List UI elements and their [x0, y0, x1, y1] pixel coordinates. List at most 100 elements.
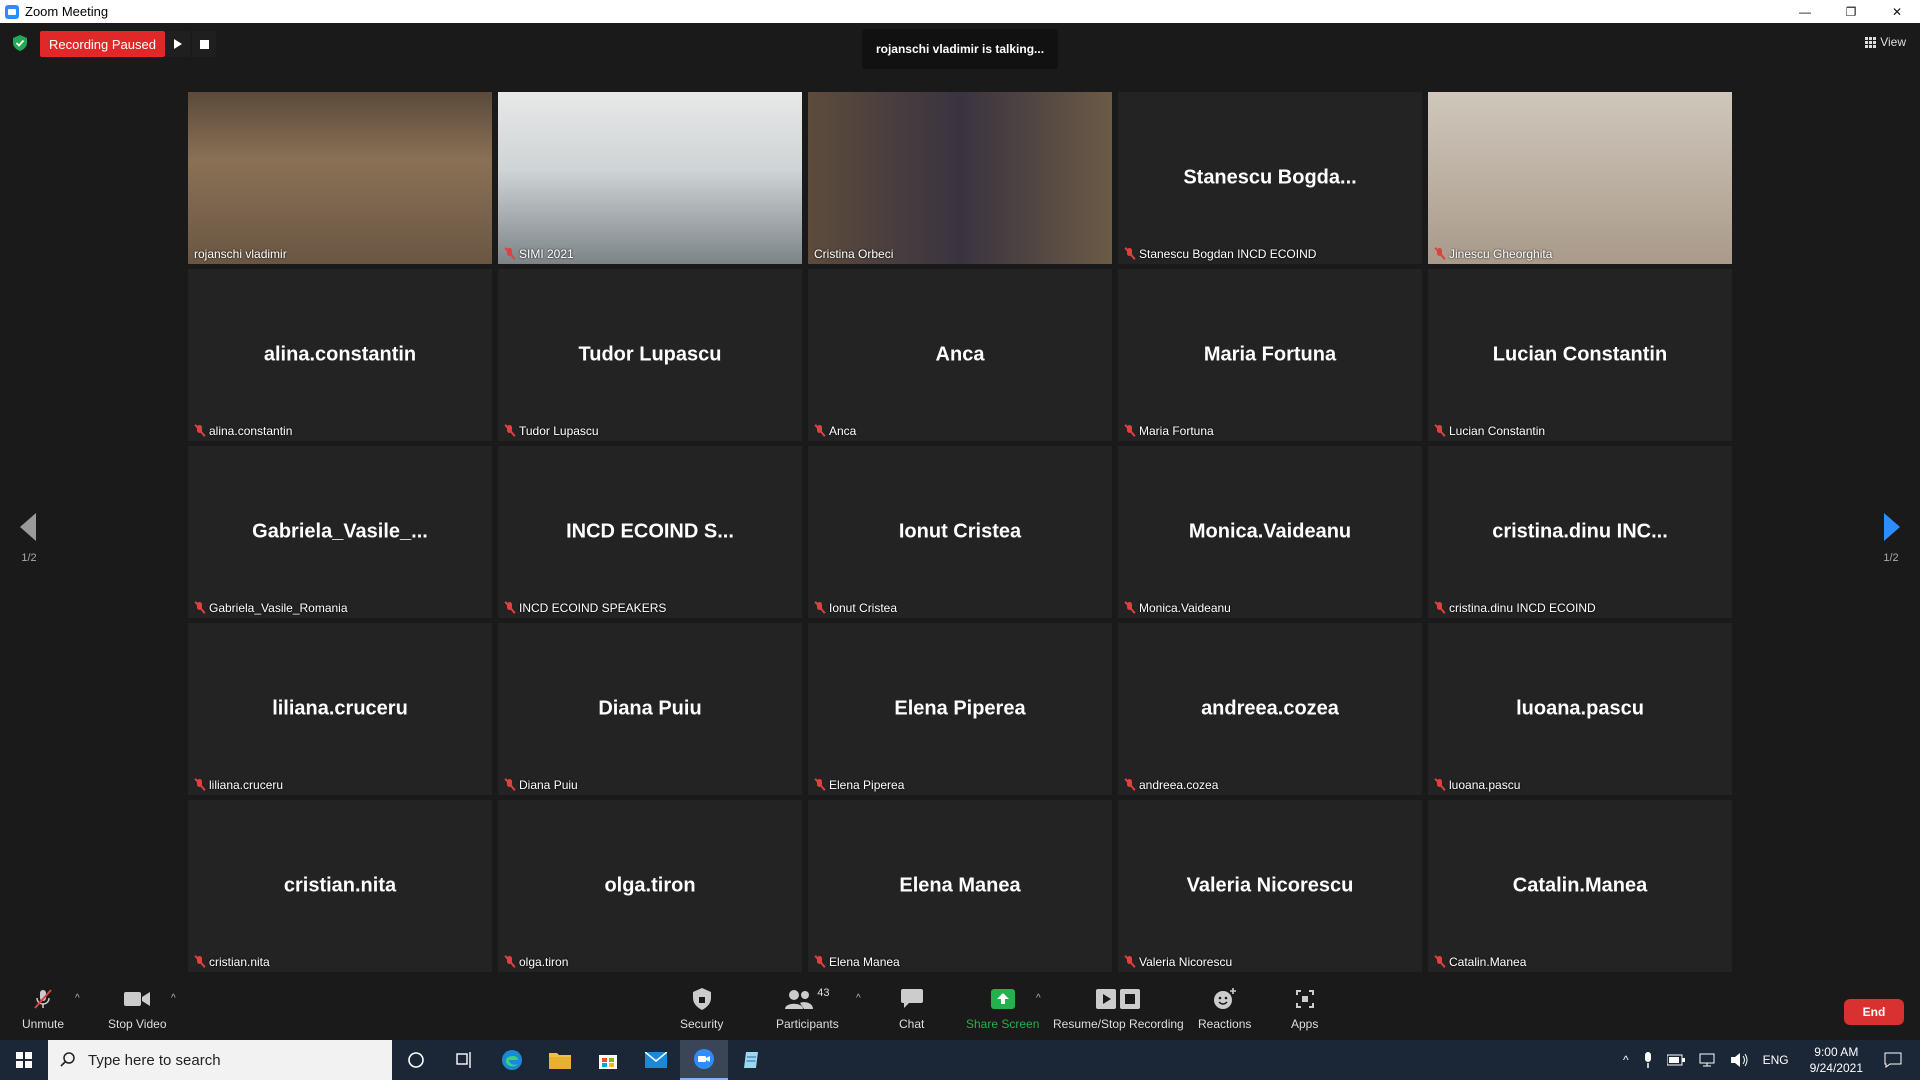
participant-display-name: Gabriela_Vasile_... — [252, 520, 428, 543]
participant-tile[interactable]: andreea.cozea andreea.cozea — [1118, 623, 1422, 795]
participant-tile[interactable]: Lucian Constantin Lucian Constantin — [1428, 269, 1732, 441]
participant-name: liliana.cruceru — [209, 778, 284, 792]
participant-tile[interactable]: liliana.cruceru liliana.cruceru — [188, 623, 492, 795]
zoom-taskbar-button[interactable] — [680, 1040, 728, 1080]
participant-tile[interactable]: rojanschi vladimir — [188, 92, 492, 264]
taskbar-search[interactable]: Type here to search — [48, 1040, 392, 1080]
participant-name: Monica.Vaideanu — [1139, 601, 1231, 615]
minimize-button[interactable]: — — [1782, 0, 1828, 23]
participant-tile[interactable]: Jinescu Gheorghita — [1428, 92, 1732, 264]
participant-tile[interactable]: SIMI 2021 — [498, 92, 802, 264]
stop-recording-button[interactable] — [192, 31, 216, 57]
notepad-taskbar-button[interactable] — [728, 1040, 776, 1080]
participant-name: SIMI 2021 — [519, 247, 574, 261]
share-screen-button[interactable]: Share Screen — [966, 987, 1039, 1031]
muted-mic-icon — [814, 956, 825, 968]
participant-tile[interactable]: Catalin.Manea Catalin.Manea — [1428, 800, 1732, 972]
input-language-indicator[interactable]: ENG — [1763, 1053, 1789, 1067]
muted-mic-icon — [504, 779, 515, 791]
arrow-left-icon — [20, 513, 36, 541]
reactions-button[interactable]: Reactions — [1198, 987, 1251, 1031]
cortana-circle-icon — [408, 1052, 424, 1068]
participant-tile[interactable]: Elena Manea Elena Manea — [808, 800, 1112, 972]
participant-tile[interactable]: Anca Anca — [808, 269, 1112, 441]
participant-name: INCD ECOIND SPEAKERS — [519, 601, 667, 615]
participant-tile[interactable]: alina.constantin alina.constantin — [188, 269, 492, 441]
participant-name-label: andreea.cozea — [1124, 778, 1218, 792]
security-shield-icon[interactable] — [13, 35, 27, 51]
participant-tile[interactable]: Valeria Nicorescu Valeria Nicorescu — [1118, 800, 1422, 972]
participant-name: Tudor Lupascu — [519, 424, 599, 438]
next-page-nav[interactable]: 1/2 — [1876, 513, 1906, 564]
volume-icon[interactable] — [1730, 1053, 1749, 1067]
mail-taskbar-button[interactable] — [632, 1040, 680, 1080]
notifications-icon[interactable] — [1884, 1052, 1902, 1068]
network-icon[interactable] — [1699, 1053, 1717, 1067]
end-meeting-button[interactable]: End — [1844, 999, 1904, 1025]
resume-recording-button[interactable] — [166, 31, 190, 57]
edge-browser-icon — [502, 1050, 522, 1070]
start-button[interactable] — [0, 1040, 48, 1080]
participant-tile[interactable]: Elena Piperea Elena Piperea — [808, 623, 1112, 795]
participant-name: alina.constantin — [209, 424, 293, 438]
muted-mic-icon — [1434, 248, 1445, 260]
resume-stop-recording-button[interactable]: Resume/Stop Recording — [1053, 987, 1184, 1031]
participant-name-label: INCD ECOIND SPEAKERS — [504, 601, 666, 615]
participant-gallery: rojanschi vladimir SIMI 2021 Cristina Orbe… — [188, 92, 1734, 972]
share-options-caret-icon[interactable]: ^ — [1036, 993, 1041, 1004]
participant-tile[interactable]: Monica.Vaideanu Monica.Vaideanu — [1118, 446, 1422, 618]
participant-tile[interactable]: INCD ECOIND S... INCD ECOIND SPEAKERS — [498, 446, 802, 618]
video-options-caret-icon[interactable]: ^ — [171, 993, 176, 1004]
taskbar-clock[interactable]: 9:00 AM 9/24/2021 — [1810, 1044, 1863, 1076]
participant-name-label: Tudor Lupascu — [504, 424, 599, 438]
participant-tile[interactable]: Ionut Cristea Ionut Cristea — [808, 446, 1112, 618]
muted-mic-icon — [1434, 779, 1445, 791]
notepad-icon — [744, 1052, 758, 1068]
audio-options-caret-icon[interactable]: ^ — [75, 993, 80, 1004]
chat-button[interactable]: Chat — [899, 987, 924, 1031]
participant-tile[interactable]: Diana Puiu Diana Puiu — [498, 623, 802, 795]
file-explorer-taskbar-button[interactable] — [536, 1040, 584, 1080]
muted-mic-icon — [194, 956, 205, 968]
battery-icon[interactable] — [1666, 1054, 1685, 1066]
stop-video-button[interactable]: Stop Video — [108, 987, 167, 1031]
search-placeholder: Type here to search — [88, 1051, 221, 1069]
show-hidden-icons-chevron-icon[interactable]: ^ — [1623, 1053, 1629, 1067]
participant-tile[interactable]: Cristina Orbeci — [808, 92, 1112, 264]
security-button[interactable]: Security — [680, 987, 723, 1031]
microphone-tray-icon[interactable] — [1643, 1052, 1653, 1068]
prev-page-nav[interactable]: 1/2 — [14, 513, 44, 564]
participant-display-name: Ionut Cristea — [898, 520, 1022, 543]
recording-status-badge: Recording Paused — [40, 31, 165, 57]
apps-label: Apps — [1291, 1017, 1319, 1031]
participants-options-caret-icon[interactable]: ^ — [856, 993, 861, 1004]
store-taskbar-button[interactable] — [584, 1040, 632, 1080]
participant-tile[interactable]: cristina.dinu INC... cristina.dinu INCD E… — [1428, 446, 1732, 618]
participant-tile[interactable]: Gabriela_Vasile_... Gabriela_Vasile_Roman… — [188, 446, 492, 618]
unmute-button[interactable]: Unmute — [22, 987, 64, 1031]
participant-tile[interactable]: luoana.pascu luoana.pascu — [1428, 623, 1732, 795]
participant-tile[interactable]: Stanescu Bogda... Stanescu Bogdan INCD EC… — [1118, 92, 1422, 264]
apps-icon — [1295, 990, 1314, 1008]
participant-name: Elena Manea — [829, 955, 900, 969]
store-bag-icon — [599, 1055, 617, 1069]
participant-tile[interactable]: Maria Fortuna Maria Fortuna — [1118, 269, 1422, 441]
view-button[interactable]: View — [1865, 35, 1906, 49]
participant-display-name: Elena Piperea — [894, 697, 1026, 720]
mail-icon — [645, 1052, 667, 1068]
cortana-button[interactable] — [392, 1040, 440, 1080]
task-view-icon — [456, 1052, 471, 1068]
task-view-button[interactable] — [440, 1040, 488, 1080]
apps-button[interactable]: Apps — [1291, 987, 1318, 1031]
close-button[interactable]: ✕ — [1874, 0, 1920, 23]
participant-tile[interactable]: olga.tiron olga.tiron — [498, 800, 802, 972]
resume-stop-recording-label: Resume/Stop Recording — [1053, 1017, 1184, 1031]
participant-tile[interactable]: cristian.nita cristian.nita — [188, 800, 492, 972]
participant-tile[interactable]: Tudor Lupascu Tudor Lupascu — [498, 269, 802, 441]
restore-button[interactable]: ❐ — [1828, 0, 1874, 23]
participant-display-name: Tudor Lupascu — [578, 343, 722, 366]
participants-button[interactable]: 43 Participants — [776, 987, 839, 1031]
muted-mic-icon — [1434, 425, 1445, 437]
edge-taskbar-button[interactable] — [488, 1040, 536, 1080]
participants-label: Participants — [776, 1017, 839, 1031]
